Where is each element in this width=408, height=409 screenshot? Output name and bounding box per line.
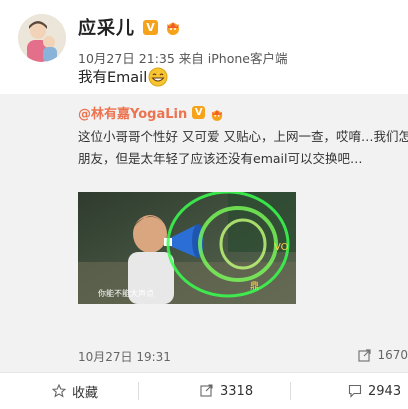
- video-caption: 你能不能大声点: [98, 289, 154, 298]
- star-icon: [52, 384, 66, 398]
- avatar[interactable]: [18, 14, 66, 62]
- comment-count: 2943: [368, 383, 402, 399]
- repost-count: 3318: [220, 383, 254, 399]
- favorite-button[interactable]: 收藏: [52, 373, 98, 409]
- vip-member-icon: [209, 106, 225, 121]
- comment-icon: [348, 384, 362, 398]
- post-source: 来自 iPhone客户端: [178, 51, 288, 66]
- repost-button[interactable]: 3318: [200, 373, 253, 409]
- post-body: 我有Email: [78, 70, 148, 86]
- post-meta: 10月27日 21:35 来自 iPhone客户端: [78, 48, 287, 67]
- divider: [138, 382, 139, 400]
- repost-icon: [200, 384, 213, 397]
- repost-date[interactable]: 10月27日 19:31: [78, 348, 171, 365]
- repost-text: 这位小哥哥个性好 又可爱 又贴心，上网一查，哎唷…我们怎麽隐 朋友，但是太年轻了…: [78, 126, 408, 170]
- repost-header: @林有嘉YogaLin V: [78, 102, 225, 122]
- vip-member-icon: [164, 20, 182, 35]
- verified-badge-icon: V: [143, 19, 158, 35]
- share-count: 1670: [377, 348, 408, 362]
- divider: [290, 382, 291, 400]
- repost-share-count[interactable]: 1670: [358, 348, 408, 362]
- repost-card[interactable]: @林有嘉YogaLin V 这位小哥哥个性好 又可爱 又贴心，上网一查，哎唷…我…: [0, 94, 408, 372]
- grinning-face-emoji-icon: [148, 67, 168, 87]
- action-bar: 收藏 3318 2943: [0, 372, 408, 409]
- video-thumbnail[interactable]: VO 鼎 你能不能大声点: [78, 192, 296, 402]
- post-text: 我有Email: [78, 66, 168, 87]
- svg-text:VO: VO: [274, 242, 289, 253]
- post-header: 应采儿 V: [78, 14, 182, 40]
- post-time[interactable]: 10月27日 21:35: [78, 51, 175, 66]
- repost-username[interactable]: @林有嘉YogaLin: [78, 103, 187, 122]
- username[interactable]: 应采儿: [78, 14, 135, 40]
- share-icon: [358, 348, 372, 362]
- favorite-label: 收藏: [72, 385, 99, 401]
- repost-text-line: 朋友，但是太年轻了应该还没有email可以交换吧…: [78, 151, 363, 166]
- repost-text-line: 这位小哥哥个性好 又可爱 又贴心，上网一查，哎唷…我们怎麽隐: [78, 129, 408, 144]
- comment-button[interactable]: 2943: [348, 373, 401, 409]
- verified-badge-icon: V: [192, 105, 206, 119]
- svg-text:鼎: 鼎: [250, 281, 259, 292]
